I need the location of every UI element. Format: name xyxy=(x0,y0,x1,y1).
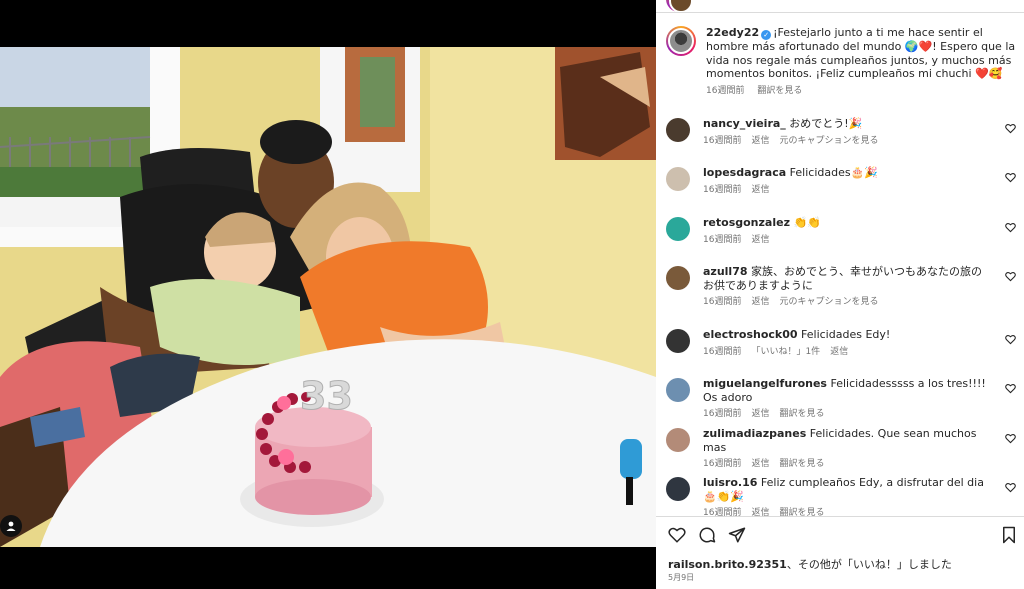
comment-heart-icon[interactable] xyxy=(1005,383,1016,394)
comment-text: 👏👏 xyxy=(793,216,821,229)
caption-username[interactable]: 22edy22 xyxy=(706,26,759,39)
comment-heart-icon[interactable] xyxy=(1005,433,1016,444)
user-tag-button[interactable] xyxy=(0,515,22,537)
commenter-username[interactable]: nancy_vieira_ xyxy=(703,117,786,130)
likes-summary[interactable]: railson.brito.92351、その他が「いいね！」しました xyxy=(668,556,952,572)
commenter-avatar[interactable] xyxy=(666,118,690,142)
commenter-avatar[interactable] xyxy=(666,266,690,290)
comment-heart-icon[interactable] xyxy=(1005,222,1016,233)
comment-item: nancy_vieira_ おめでとう!🎉 16週間前 返信 元のキャプションを見る xyxy=(666,117,1018,148)
comment-item: electroshock00 Felicidades Edy! 16週間前 「いいね… xyxy=(666,328,1018,359)
caption-time[interactable]: 16週間前 xyxy=(706,86,744,96)
comment-text: Felicidades🎂🎉 xyxy=(789,166,878,179)
comment-heart-icon[interactable] xyxy=(1005,482,1016,493)
save-icon[interactable] xyxy=(1000,526,1018,544)
comment-action[interactable]: 返信 xyxy=(751,136,769,146)
comment-item: zulimadiazpanes Felicidades. Que sean mu… xyxy=(666,427,1018,472)
comment-item: lopesdagraca Felicidades🎂🎉 16週間前 返信 xyxy=(666,166,1018,197)
commenter-avatar[interactable] xyxy=(666,167,690,191)
commenter-username[interactable]: retosgonzalez xyxy=(703,216,790,229)
comment-action[interactable]: 返信 xyxy=(751,235,769,245)
commenter-username[interactable]: electroshock00 xyxy=(703,328,798,341)
comment-heart-icon[interactable] xyxy=(1005,123,1016,134)
commenter-username[interactable]: luisro.16 xyxy=(703,476,757,489)
commenter-avatar[interactable] xyxy=(666,477,690,501)
actions-divider xyxy=(656,516,1024,517)
comment-time[interactable]: 16週間前 xyxy=(703,185,741,195)
comment-time[interactable]: 16週間前 xyxy=(703,136,741,146)
comment-time[interactable]: 16週間前 xyxy=(703,297,741,307)
header-divider xyxy=(656,12,1024,13)
comment-text: おめでとう!🎉 xyxy=(789,117,863,130)
comments-panel: 22edy22 ✓ ¡Festejarlo junto a ti me hace s… xyxy=(656,0,1024,589)
comment-item: retosgonzalez 👏👏 16週間前 返信 xyxy=(666,216,1018,247)
commenter-avatar[interactable] xyxy=(666,329,690,353)
comment-heart-icon[interactable] xyxy=(1005,271,1016,282)
comment-time[interactable]: 16週間前 xyxy=(703,235,741,245)
comment-item: miguelangelfurones Felicidadesssss a los… xyxy=(666,377,1018,422)
post-caption: 22edy22 ✓ ¡Festejarlo junto a ti me hace s… xyxy=(666,26,1018,98)
action-bar xyxy=(668,526,1018,548)
likes-user[interactable]: railson.brito.92351 xyxy=(668,558,787,571)
share-icon[interactable] xyxy=(728,526,746,544)
comment-action[interactable]: 返信 xyxy=(751,409,769,419)
comment-action[interactable]: 返信 xyxy=(751,297,769,307)
cake-candle-number: 33 xyxy=(300,374,353,418)
comment-action[interactable]: 元のキャプションを見る xyxy=(779,297,878,307)
comment-time[interactable]: 16週間前 xyxy=(703,459,741,469)
comment-action[interactable]: 元のキャプションを見る xyxy=(779,136,878,146)
caption-see-translation[interactable]: 翻訳を見る xyxy=(757,86,802,96)
commenter-username[interactable]: lopesdagraca xyxy=(703,166,786,179)
commenter-avatar[interactable] xyxy=(666,217,690,241)
user-tag-icon xyxy=(6,521,16,531)
commenter-avatar[interactable] xyxy=(666,378,690,402)
comment-item: luisro.16 Feliz cumpleaños Edy, a disfru… xyxy=(666,476,1018,521)
commenter-avatar[interactable] xyxy=(666,428,690,452)
comment-heart-icon[interactable] xyxy=(1005,172,1016,183)
comment-icon[interactable] xyxy=(698,526,716,544)
post-photo[interactable]: 33 xyxy=(0,47,656,547)
post-modal: 33 22edy22 ✓ ¡Festejarlo junto a ti me hac… xyxy=(0,0,1024,589)
heart-icon[interactable] xyxy=(668,526,686,544)
likes-text: 、その他が「いいね！」しました xyxy=(786,558,952,571)
comment-action[interactable]: 翻訳を見る xyxy=(779,459,824,469)
post-media: 33 xyxy=(0,0,656,589)
commenter-username[interactable]: miguelangelfurones xyxy=(703,377,827,390)
comment-action[interactable]: 返信 xyxy=(830,347,848,357)
comment-action[interactable]: 返信 xyxy=(751,185,769,195)
header-avatar[interactable] xyxy=(666,0,693,13)
comment-item: azull78 家族、おめでとう、幸せがいつもあなたの旅のお供でありますように 1… xyxy=(666,265,1018,310)
commenter-username[interactable]: azull78 xyxy=(703,265,748,278)
comment-action[interactable]: 返信 xyxy=(751,459,769,469)
commenter-username[interactable]: zulimadiazpanes xyxy=(703,427,806,440)
comment-action[interactable]: 「いいね！」1件 xyxy=(751,347,820,357)
comment-time[interactable]: 16週間前 xyxy=(703,409,741,419)
verified-badge-icon: ✓ xyxy=(761,30,772,40)
comment-action[interactable]: 翻訳を見る xyxy=(779,409,824,419)
author-avatar[interactable] xyxy=(666,26,696,56)
comment-text: Felicidades Edy! xyxy=(801,328,891,341)
comment-heart-icon[interactable] xyxy=(1005,334,1016,345)
post-date[interactable]: 5月9日 xyxy=(668,572,694,583)
comment-time[interactable]: 16週間前 xyxy=(703,347,741,357)
